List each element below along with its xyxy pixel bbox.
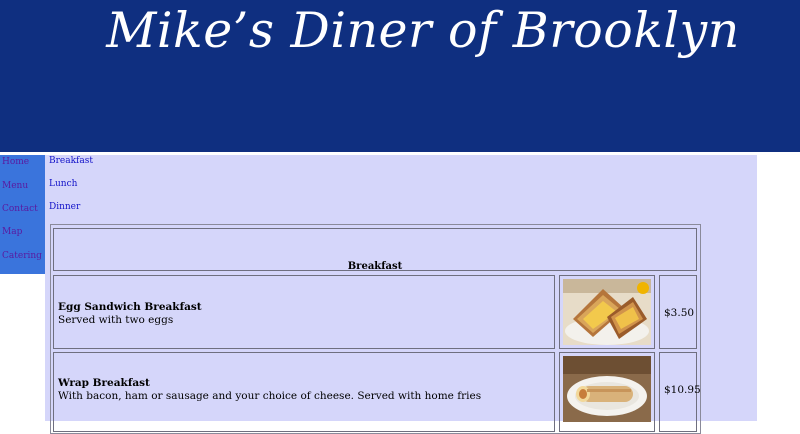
menu-item-description: Served with two eggs xyxy=(58,314,174,326)
menu-item-info: Wrap Breakfast With bacon, ham or sausag… xyxy=(53,352,555,432)
menu-table: Breakfast Egg Sandwich Breakfast Served … xyxy=(50,224,701,434)
site-header: Mike’s Diner of Brooklyn xyxy=(0,0,800,152)
nav-item-menu[interactable]: Menu xyxy=(2,181,28,191)
submenu-link-dinner[interactable]: Dinner xyxy=(49,202,80,212)
breakfast-wrap-photo-icon xyxy=(563,356,651,422)
menu-section-title: Breakfast xyxy=(347,261,403,272)
menu-item-price: $3.50 xyxy=(664,307,695,319)
submenu-link-breakfast[interactable]: Breakfast xyxy=(49,156,93,166)
menu-item-photo-cell xyxy=(559,275,655,349)
menu-section-header: Breakfast xyxy=(53,228,697,272)
main-content: Breakfast Lunch Dinner Breakfast Egg San… xyxy=(45,155,757,434)
sidebar-nav: Home Menu Contact Map Catering xyxy=(0,155,45,274)
menu-item-name: Egg Sandwich Breakfast xyxy=(58,301,202,313)
menu-item-name: Wrap Breakfast xyxy=(58,377,150,389)
submenu-link-lunch[interactable]: Lunch xyxy=(49,179,77,189)
menu-item-photo-cell xyxy=(559,352,655,432)
nav-item-catering[interactable]: Catering xyxy=(2,251,42,261)
nav-item-map[interactable]: Map xyxy=(2,227,22,237)
site-title: Mike’s Diner of Brooklyn xyxy=(106,2,740,59)
nav-item-home[interactable]: Home xyxy=(2,157,29,167)
menu-item-price: $10.95 xyxy=(664,384,701,396)
egg-sandwich-photo-icon xyxy=(563,279,651,345)
menu-item-price-cell: $3.50 xyxy=(659,275,697,349)
menu-item-description: With bacon, ham or sausage and your choi… xyxy=(58,390,482,402)
menu-item-info: Egg Sandwich Breakfast Served with two e… xyxy=(53,275,555,349)
nav-item-contact[interactable]: Contact xyxy=(2,204,38,214)
menu-item-price-cell: $10.95 xyxy=(659,352,701,432)
